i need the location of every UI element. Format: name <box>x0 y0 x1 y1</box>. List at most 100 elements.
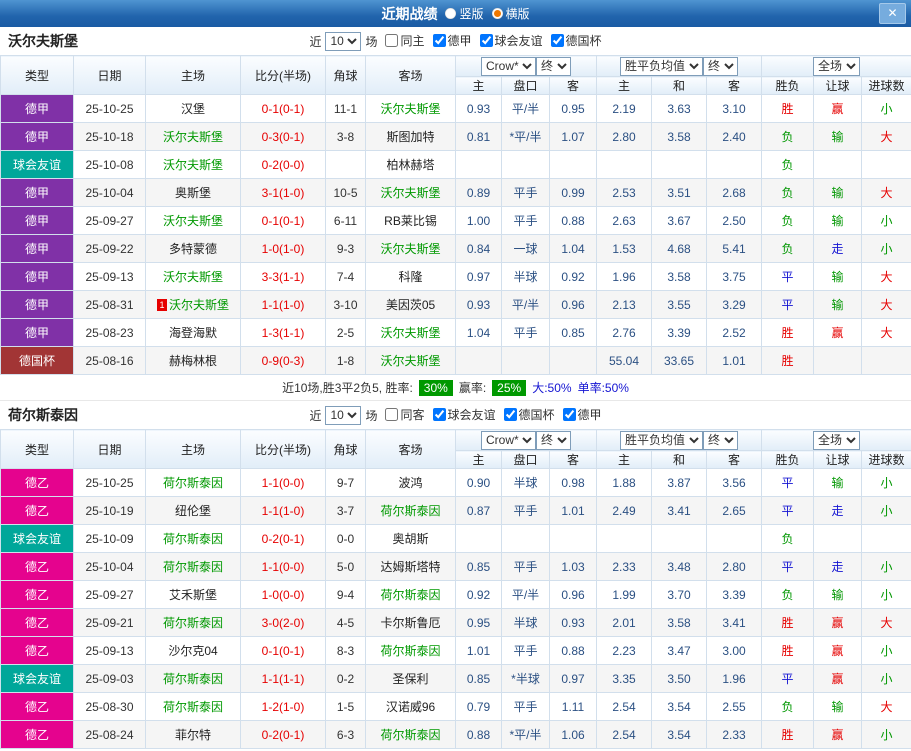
filter-checkbox-input[interactable] <box>432 408 446 421</box>
home-team[interactable]: 奥斯堡 <box>145 178 241 207</box>
match-score[interactable]: 3-0(2-0) <box>240 608 326 637</box>
away-team[interactable]: 沃尔夫斯堡 <box>365 178 456 207</box>
away-team[interactable]: 达姆斯塔特 <box>365 552 456 581</box>
home-team[interactable]: 艾禾斯堡 <box>145 580 241 609</box>
match-score[interactable]: 1-1(1-0) <box>240 496 326 525</box>
match-score[interactable]: 1-0(1-0) <box>240 234 326 263</box>
asian-final-select[interactable]: 终 <box>536 430 571 450</box>
match-score[interactable]: 0-1(0-1) <box>240 636 326 665</box>
match-score[interactable]: 1-3(1-1) <box>240 318 326 347</box>
home-team[interactable]: 多特蒙德 <box>145 234 241 263</box>
match-row: 德甲 25-10-18 沃尔夫斯堡 0-3(0-1) 3-8 斯图加特 0.81 *平/半 1.… <box>0 122 911 151</box>
corner-count: 2-5 <box>325 318 366 347</box>
home-team[interactable]: 汉堡 <box>145 94 241 123</box>
match-score[interactable]: 3-1(1-0) <box>240 178 326 207</box>
match-score[interactable]: 0-9(0-3) <box>240 346 326 375</box>
scope-select[interactable]: 全场 <box>813 56 861 76</box>
goals-indicator: 大 <box>861 608 911 637</box>
home-team[interactable]: 荷尔斯泰因 <box>145 608 241 637</box>
euro-avg-select[interactable]: 胜平负均值 <box>620 56 704 76</box>
home-team[interactable]: 沃尔夫斯堡 <box>145 262 241 291</box>
match-score[interactable]: 0-3(0-1) <box>240 122 326 151</box>
away-team[interactable]: 斯图加特 <box>365 122 456 151</box>
radio-vertical-label[interactable]: 竖版 <box>459 5 483 22</box>
match-score[interactable]: 1-1(0-0) <box>240 552 326 581</box>
home-team[interactable]: 沃尔夫斯堡 <box>145 150 241 179</box>
home-team[interactable]: 荷尔斯泰因 <box>145 524 241 553</box>
filter-checkbox[interactable]: 德甲 <box>432 32 472 49</box>
result-indicator: 负 <box>761 206 815 235</box>
euro-avg-select[interactable]: 胜平负均值 <box>620 430 704 450</box>
league-badge: 德甲 <box>0 206 74 235</box>
euro-final-select[interactable]: 终 <box>703 56 739 76</box>
filter-checkbox[interactable]: 同客 <box>385 406 425 423</box>
filter-checkbox[interactable]: 德国杯 <box>503 406 555 423</box>
match-score[interactable]: 1-2(1-0) <box>240 692 326 721</box>
match-score[interactable]: 3-3(1-1) <box>240 262 326 291</box>
away-team[interactable]: 柏林赫塔 <box>365 150 456 179</box>
home-team[interactable]: 纽伦堡 <box>145 496 241 525</box>
col-handicap-result: 让球 <box>813 450 863 469</box>
match-score[interactable]: 0-1(0-1) <box>240 206 326 235</box>
filter-checkbox[interactable]: 德甲 <box>562 406 602 423</box>
away-team[interactable]: 奥胡斯 <box>365 524 456 553</box>
away-team[interactable]: 波鸿 <box>365 468 456 497</box>
filter-checkbox-input[interactable] <box>432 34 446 47</box>
close-button[interactable]: ✕ <box>879 3 906 24</box>
away-team[interactable]: 荷尔斯泰因 <box>365 580 456 609</box>
filter-checkbox[interactable]: 同主 <box>385 32 425 49</box>
away-team[interactable]: 汉诺威96 <box>365 692 456 721</box>
away-team[interactable]: RB莱比锡 <box>365 206 456 235</box>
away-team[interactable]: 荷尔斯泰因 <box>365 636 456 665</box>
asian-final-select[interactable]: 终 <box>536 56 571 76</box>
match-score[interactable]: 0-2(0-1) <box>240 524 326 553</box>
home-team[interactable]: 赫梅林根 <box>145 346 241 375</box>
recent-count-select[interactable]: 10 <box>325 405 362 425</box>
match-score[interactable]: 1-1(1-0) <box>240 290 326 319</box>
home-team[interactable]: 沙尔克04 <box>145 636 241 665</box>
bookmaker-select[interactable]: Crow* <box>481 56 536 76</box>
home-team[interactable]: 沃尔夫斯堡 <box>145 122 241 151</box>
radio-horizontal-label[interactable]: 横版 <box>506 5 530 22</box>
filter-checkbox-input[interactable] <box>550 34 564 47</box>
away-team[interactable]: 沃尔夫斯堡 <box>365 346 456 375</box>
home-team[interactable]: 1 沃尔夫斯堡 <box>145 290 241 319</box>
scope-select[interactable]: 全场 <box>813 430 861 450</box>
match-score[interactable]: 0-2(0-0) <box>240 150 326 179</box>
filter-checkbox-input[interactable] <box>385 34 399 47</box>
bookmaker-select[interactable]: Crow* <box>481 430 536 450</box>
filter-checkbox-input[interactable] <box>385 408 399 421</box>
match-score[interactable]: 1-1(0-0) <box>240 468 326 497</box>
filter-checkbox-input[interactable] <box>479 34 493 47</box>
away-team[interactable]: 沃尔夫斯堡 <box>365 318 456 347</box>
radio-horizontal[interactable] <box>491 8 503 19</box>
away-team[interactable]: 卡尔斯鲁厄 <box>365 608 456 637</box>
home-team[interactable]: 沃尔夫斯堡 <box>145 206 241 235</box>
home-team[interactable]: 菲尔特 <box>145 720 241 749</box>
home-team[interactable]: 荷尔斯泰因 <box>145 552 241 581</box>
filter-checkbox[interactable]: 球会友谊 <box>432 406 496 423</box>
recent-count-select[interactable]: 10 <box>325 31 362 51</box>
away-team[interactable]: 圣保利 <box>365 664 456 693</box>
match-score[interactable]: 1-1(1-1) <box>240 664 326 693</box>
radio-vertical[interactable] <box>445 8 457 19</box>
away-team[interactable]: 荷尔斯泰因 <box>365 720 456 749</box>
home-team[interactable]: 海登海默 <box>145 318 241 347</box>
filter-checkbox-input[interactable] <box>503 408 517 421</box>
match-score[interactable]: 0-2(0-1) <box>240 720 326 749</box>
home-team[interactable]: 荷尔斯泰因 <box>145 468 241 497</box>
away-team[interactable]: 沃尔夫斯堡 <box>365 94 456 123</box>
match-score[interactable]: 1-0(0-0) <box>240 580 326 609</box>
col-type: 类型 <box>0 55 74 95</box>
filter-checkbox[interactable]: 球会友谊 <box>479 32 543 49</box>
home-team[interactable]: 荷尔斯泰因 <box>145 692 241 721</box>
away-team[interactable]: 美因茨05 <box>365 290 456 319</box>
home-team[interactable]: 荷尔斯泰因 <box>145 664 241 693</box>
away-team[interactable]: 荷尔斯泰因 <box>365 496 456 525</box>
filter-checkbox-input[interactable] <box>562 408 576 421</box>
away-team[interactable]: 科隆 <box>365 262 456 291</box>
away-team[interactable]: 沃尔夫斯堡 <box>365 234 456 263</box>
filter-checkbox[interactable]: 德国杯 <box>550 32 602 49</box>
match-score[interactable]: 0-1(0-1) <box>240 94 326 123</box>
euro-final-select[interactable]: 终 <box>703 430 739 450</box>
